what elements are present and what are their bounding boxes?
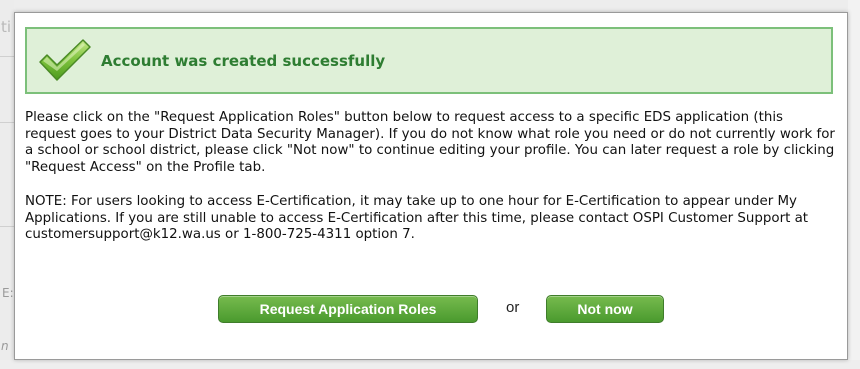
note-text: NOTE: For users looking to access E-Cert… — [25, 194, 809, 243]
checkmark-icon — [39, 39, 91, 81]
request-application-roles-button[interactable]: Request Application Roles — [218, 295, 478, 323]
background-page-right — [848, 0, 860, 369]
background-fragment-text: ti — [1, 18, 12, 36]
page: ti E: n Account was created successfully — [0, 0, 860, 369]
background-page-bottom — [0, 360, 860, 369]
background-fragment-text: n — [1, 339, 9, 353]
success-message: Account was created successfully — [101, 52, 386, 70]
account-created-dialog: Account was created successfully Please … — [14, 12, 848, 360]
dialog-actions: Request Application Roles or Not now — [15, 295, 849, 323]
background-divider — [0, 226, 14, 227]
background-page-left: ti E: n — [0, 0, 14, 369]
not-now-button[interactable]: Not now — [546, 295, 664, 323]
instructions-text: Please click on the "Request Application… — [25, 110, 835, 175]
background-fragment-text: E: — [2, 286, 14, 300]
background-divider — [0, 122, 14, 123]
or-label: or — [506, 299, 520, 316]
background-divider — [0, 56, 14, 57]
background-page-top — [0, 0, 860, 12]
success-banner: Account was created successfully — [25, 27, 833, 94]
